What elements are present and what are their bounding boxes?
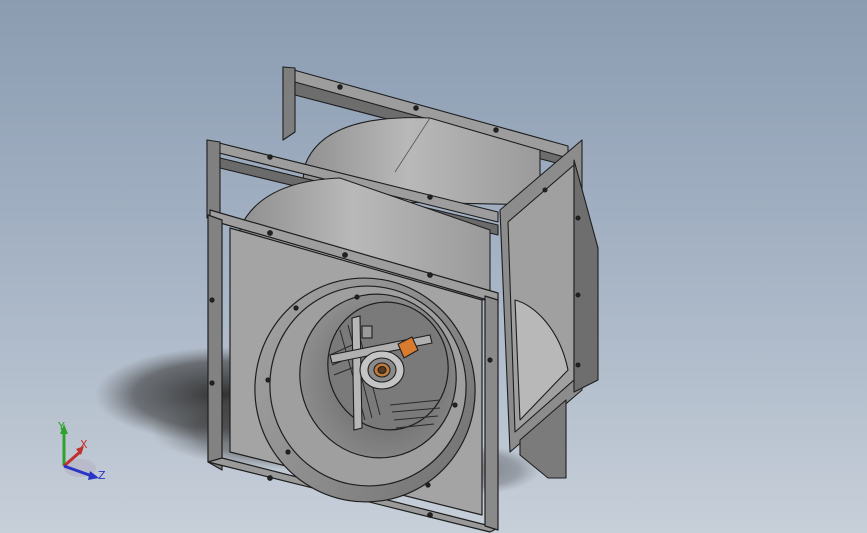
z-axis-label: Z	[98, 469, 106, 482]
fan-model-canvas[interactable]: Y X Z	[0, 0, 867, 533]
graphics-viewport[interactable]: Y X Z	[0, 0, 867, 533]
x-axis-label: X	[80, 438, 88, 451]
orientation-triad[interactable]: Y X Z	[57, 420, 106, 482]
y-axis-label: Y	[57, 420, 65, 433]
